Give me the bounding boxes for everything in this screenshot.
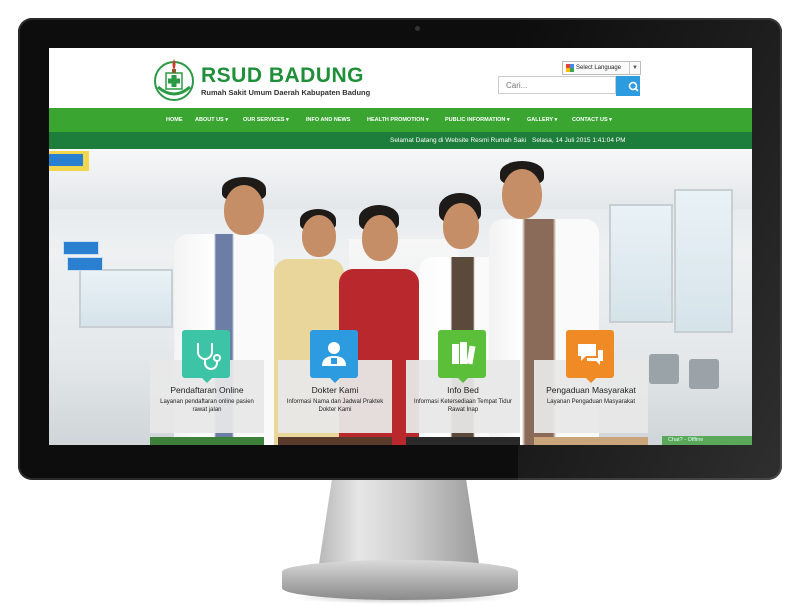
ticker-message: Selamat Datang di Website Resmi Rumah Sa…: [390, 137, 527, 144]
nav-about-us[interactable]: ABOUT US ▾: [195, 108, 228, 132]
news-ticker: Selamat Datang di Website Resmi Rumah Sa…: [49, 132, 752, 149]
site-subtitle: Rumah Sakit Umum Daerah Kabupaten Badung: [201, 88, 371, 97]
nav-home[interactable]: HOME: [166, 108, 183, 132]
nav-health-promotion[interactable]: HEALTH PROMOTION ▾: [367, 108, 429, 132]
card-description: Informasi Ketersediaan Tempat Tidur Rawa…: [414, 399, 512, 413]
hospital-window: [674, 189, 733, 333]
ticker-datetime: Selasa, 14 Juli 2015 1:41:04 PM: [532, 137, 626, 144]
search-input[interactable]: [498, 76, 616, 94]
direction-sign: [63, 241, 99, 255]
hospital-window: [79, 269, 173, 328]
corner-sign: [49, 151, 89, 171]
waiting-chair: [649, 354, 679, 384]
hero-banner: Pendaftaran Online Layanan pendaftaran o…: [49, 149, 752, 445]
card-title: Info Bed: [447, 385, 479, 395]
doctor-icon[interactable]: [310, 330, 358, 383]
next-row-thumbnail: [534, 437, 648, 445]
search-icon: [628, 81, 639, 92]
nav-gallery[interactable]: GALLERY ▾: [527, 108, 557, 132]
nav-contact-us[interactable]: CONTACT US ▾: [572, 108, 612, 132]
site-header: RSUD BADUNG Rumah Sakit Umum Daerah Kabu…: [49, 48, 752, 108]
google-icon: [566, 64, 574, 72]
next-row-thumbnail: [150, 437, 264, 445]
hero-ceiling: [49, 149, 752, 209]
hospital-window: [609, 204, 673, 323]
stethoscope-icon[interactable]: [182, 330, 230, 383]
main-nav: HOME ABOUT US ▾ OUR SERVICES ▾ INFO AND …: [49, 108, 752, 132]
monitor-stand-base: [282, 560, 518, 600]
monitor-stand-neck: [319, 480, 479, 564]
direction-sign: [67, 257, 103, 271]
nav-our-services[interactable]: OUR SERVICES ▾: [243, 108, 289, 132]
hospital-logo-icon[interactable]: [152, 57, 196, 101]
card-description: Layanan pendaftaran online pasien rawat …: [160, 399, 254, 413]
website-screen: RSUD BADUNG Rumah Sakit Umum Daerah Kabu…: [49, 48, 752, 445]
next-row-thumbnail: [406, 437, 520, 445]
waiting-chair: [689, 359, 719, 389]
card-description: Layanan Pengaduan Masyarakat: [546, 399, 636, 405]
chevron-down-icon: ▼: [629, 62, 638, 74]
search-button[interactable]: [616, 76, 640, 96]
language-selector-label: Select Language: [576, 65, 622, 71]
site-title[interactable]: RSUD BADUNG: [201, 64, 364, 88]
language-selector[interactable]: Select Language ▼: [562, 61, 641, 75]
card-description: Informasi Nama dan Jadwal Praktek Dokter…: [286, 399, 384, 413]
card-title: Dokter Kami: [311, 385, 359, 395]
chat-bubbles-icon[interactable]: [566, 330, 614, 383]
nav-public-information[interactable]: PUBLIC INFORMATION ▾: [445, 108, 510, 132]
webcam-dot: [415, 26, 420, 31]
next-row-thumbnail: [278, 437, 392, 445]
chat-widget[interactable]: Chat? - Offline: [662, 436, 752, 445]
books-icon[interactable]: [438, 330, 486, 383]
card-title: Pendaftaran Online: [170, 385, 244, 395]
card-title: Pengaduan Masyarakat: [546, 385, 636, 395]
nav-info-and-news[interactable]: INFO AND NEWS: [306, 108, 350, 132]
